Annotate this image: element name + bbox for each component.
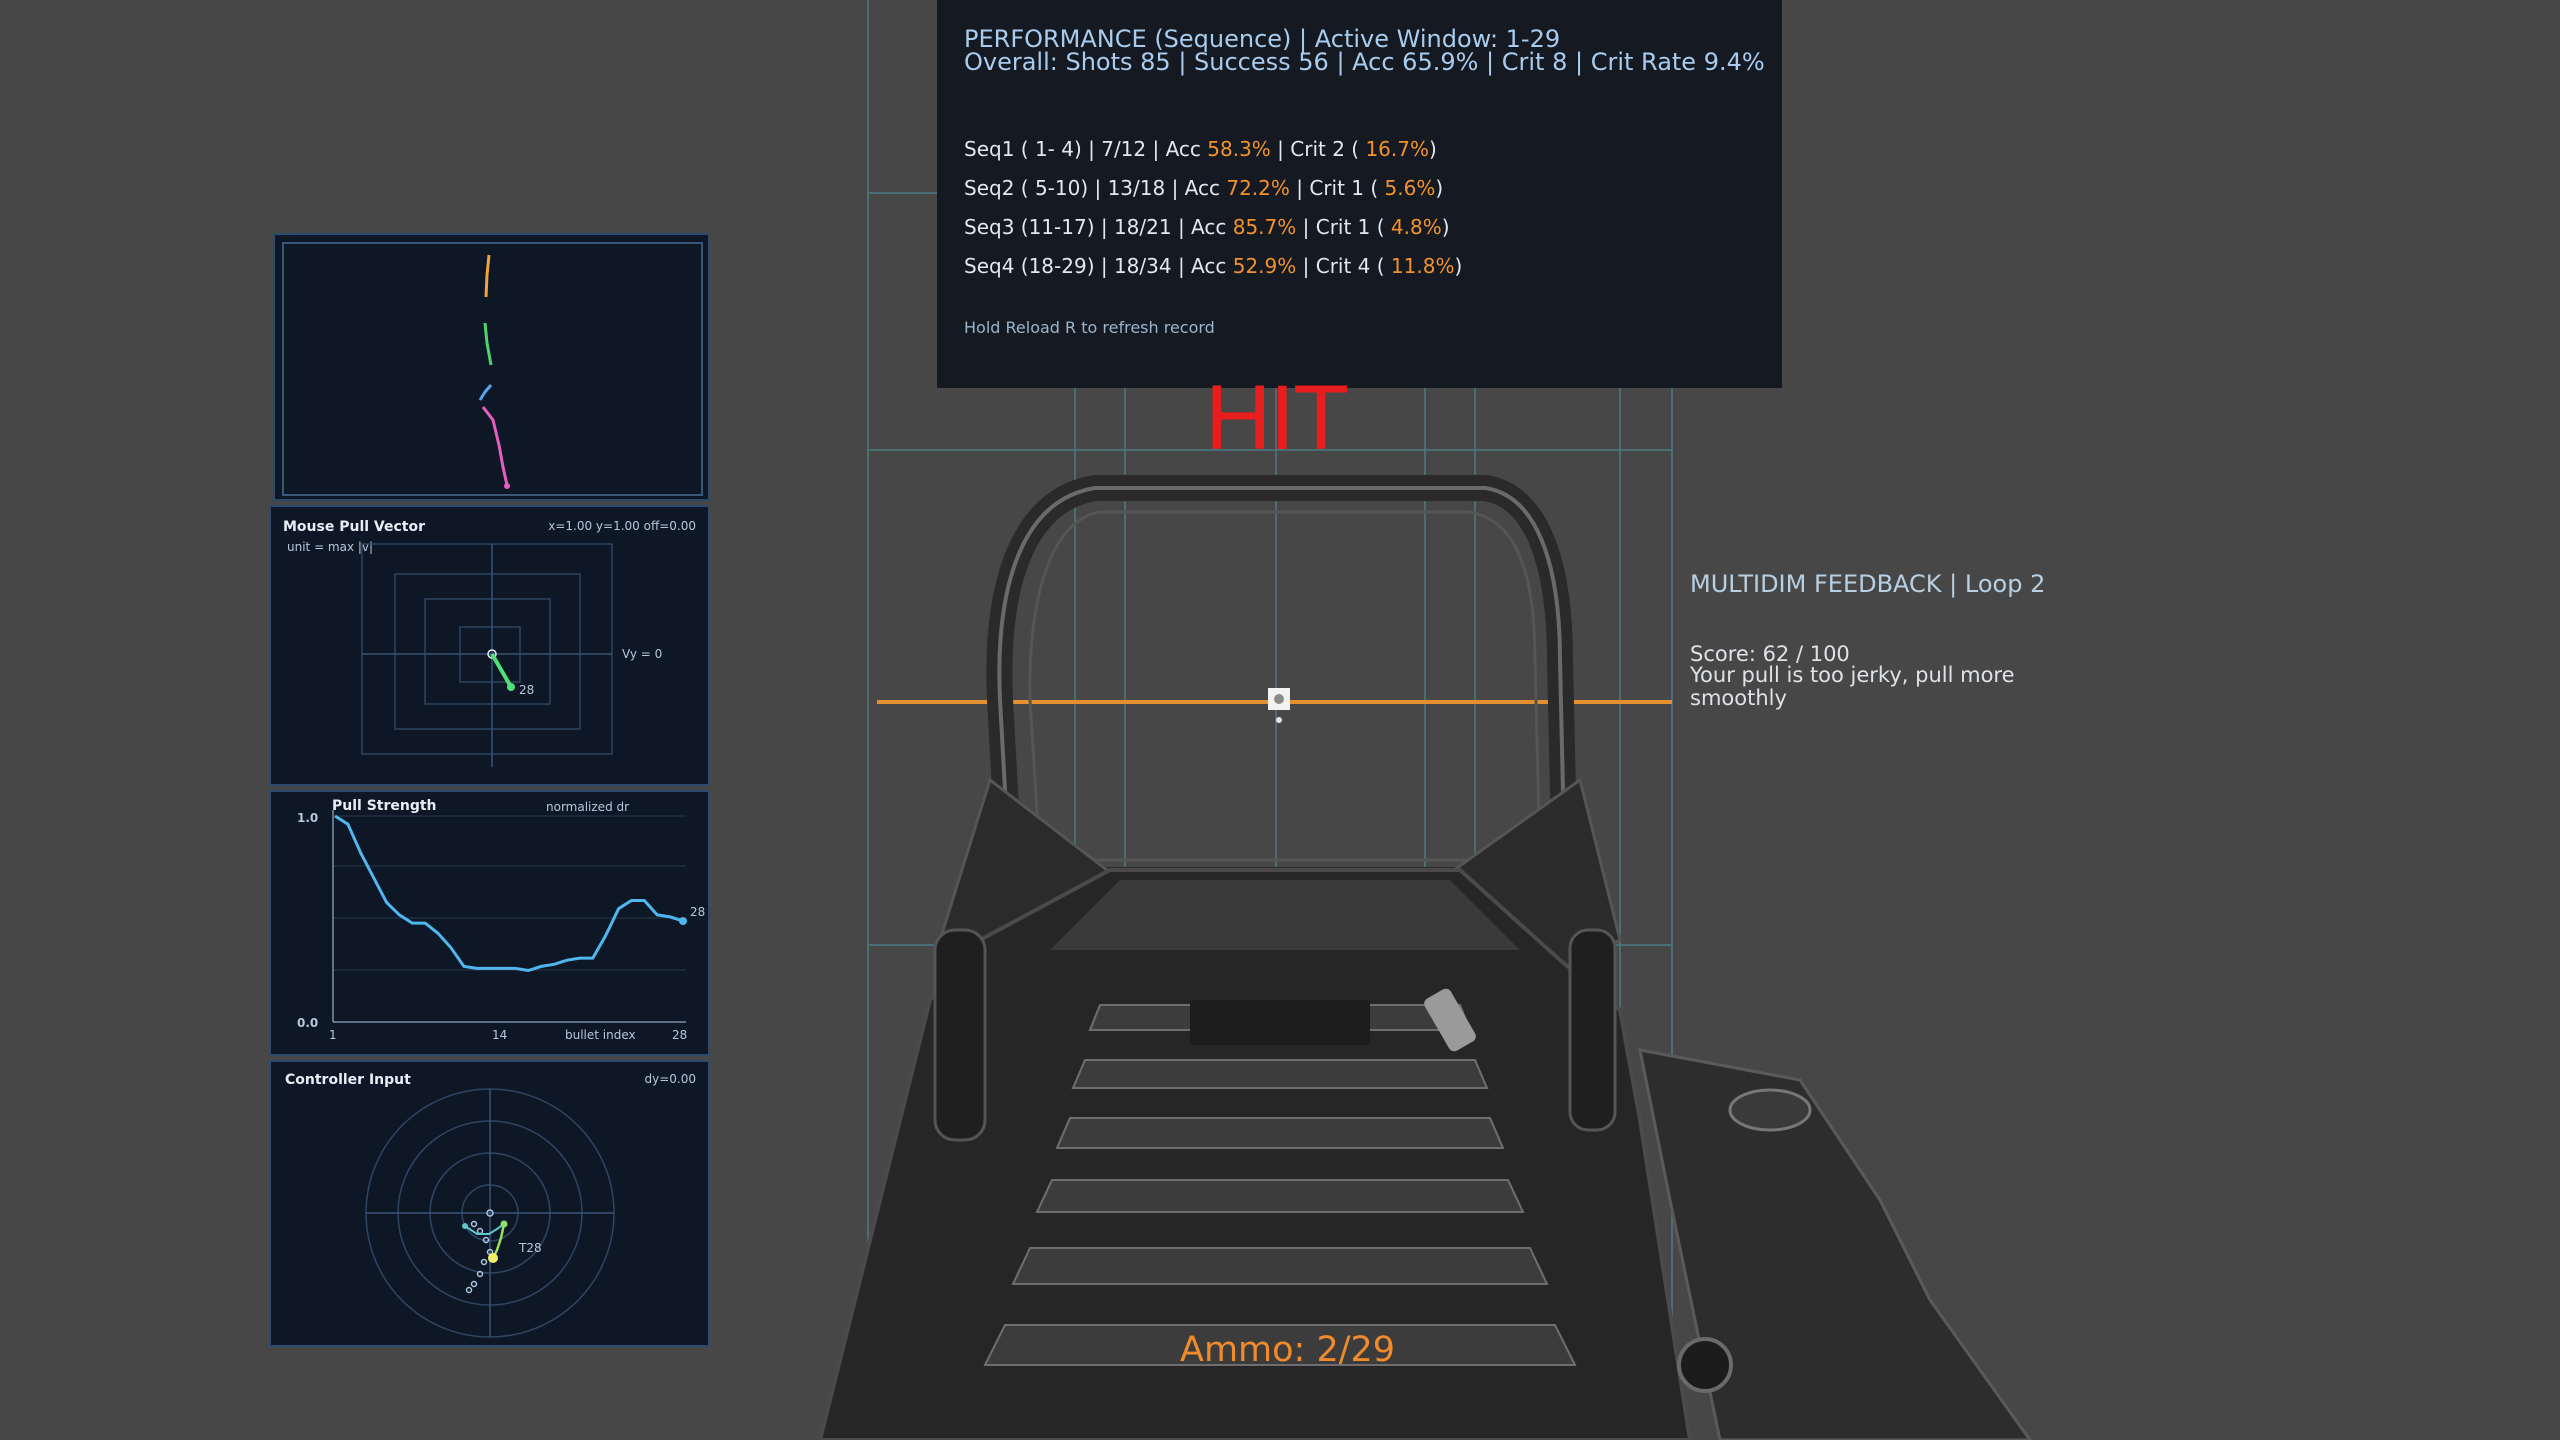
controller-marker: T28 [519, 1241, 542, 1255]
mouse-pull-axis-label: Vy = 0 [622, 647, 663, 661]
rifle-body [817, 868, 2032, 1440]
feedback-message: Your pull is too jerky, pull more smooth… [1690, 663, 2015, 710]
accuracy-value: 85.7% [1232, 215, 1297, 239]
performance-panel: PERFORMANCE (Sequence) | Active Window: … [937, 0, 1782, 388]
crit-rate-value: 16.7% [1365, 137, 1429, 161]
refresh-hint: Hold Reload R to refresh record [964, 318, 1215, 337]
feedback-title: MULTIDIM FEEDBACK | Loop 2 [1690, 570, 2046, 598]
x-tick-label: 28 [672, 1028, 688, 1042]
sequence-row: Seq2 ( 5-10) | 13/18 | Acc 72.2% | Crit … [964, 176, 1444, 200]
controller-input-panel: Controller Input dy=0.00 T28 [269, 1060, 710, 1347]
sequence-row: Seq1 ( 1- 4) | 7/12 | Acc 58.3% | Crit 2… [964, 137, 1437, 161]
x-tick-label: 1 [329, 1028, 337, 1042]
pull-strength-plot [332, 810, 687, 1023]
mouse-pull-marker: 28 [519, 683, 535, 697]
pull-strength-series-line [334, 814, 684, 973]
sequence-row: Seq3 (11-17) | 18/21 | Acc 85.7% | Crit … [964, 215, 1450, 239]
spray-trajectory-plot [282, 242, 703, 496]
mouse-pull-vector-panel: Mouse Pull Vector x=1.00 y=1.00 off=0.00… [269, 505, 710, 786]
x-axis-label: bullet index [565, 1028, 636, 1042]
pull-strength-panel: Pull Strength normalized dr 1.0 0.0 1 14… [269, 790, 710, 1056]
controller-plot [365, 1088, 615, 1338]
accuracy-value: 72.2% [1226, 176, 1290, 200]
pull-strength-end-point [679, 917, 687, 926]
sequence-row: Seq4 (18-29) | 18/34 | Acc 52.9% | Crit … [964, 254, 1463, 278]
x-tick-label: 14 [492, 1028, 508, 1042]
crit-rate-value: 11.8% [1390, 254, 1455, 278]
spray-trajectory-panel [273, 233, 710, 501]
crosshair [1268, 688, 1290, 723]
accuracy-value: 58.3% [1207, 137, 1271, 161]
ammo-counter: Ammo: 2/29 [1180, 1330, 1396, 1370]
performance-overall: Overall: Shots 85 | Success 56 | Acc 65.… [964, 48, 1765, 76]
crit-rate-value: 5.6% [1384, 176, 1436, 200]
accuracy-value: 52.9% [1232, 254, 1297, 278]
hit-indicator: HIT [1205, 367, 1349, 469]
crit-rate-value: 4.8% [1390, 215, 1442, 239]
series-end-label: 28 [690, 905, 706, 919]
